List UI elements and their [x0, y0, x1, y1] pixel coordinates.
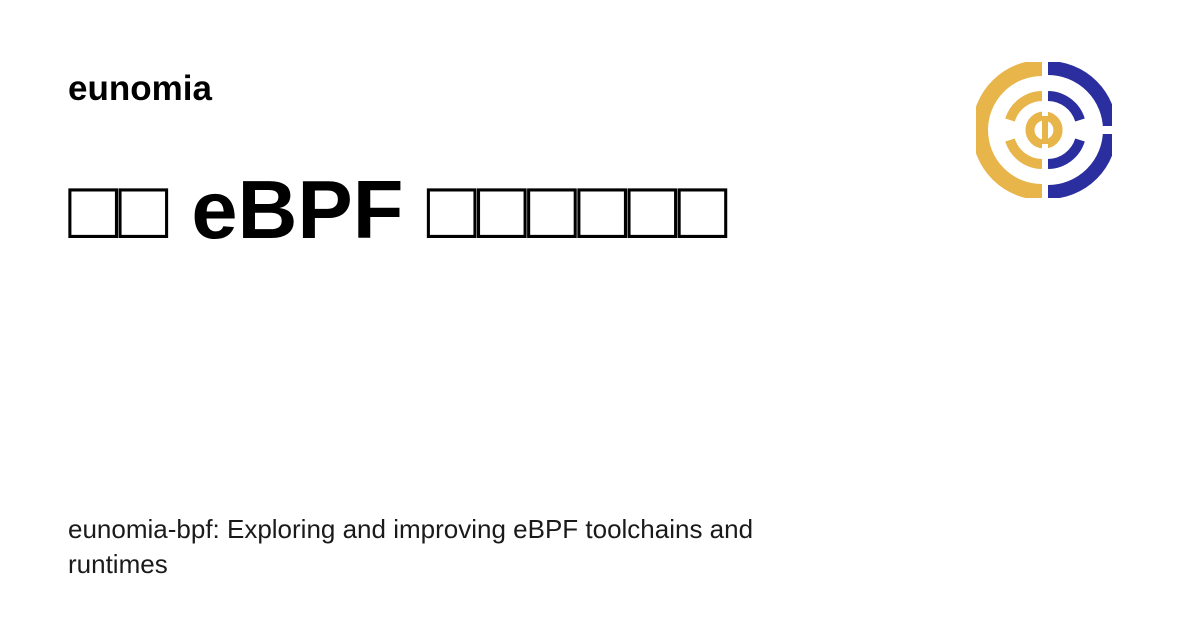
social-preview-card: eunomia □□ eBPF □□□□□□ eunomia-bpf: Expl…	[0, 0, 1200, 630]
eunomia-logo-icon	[976, 62, 1112, 198]
page-title: □□ eBPF □□□□□□	[68, 163, 728, 256]
page-description: eunomia-bpf: Exploring and improving eBP…	[68, 514, 754, 579]
site-name: eunomia	[68, 69, 212, 108]
